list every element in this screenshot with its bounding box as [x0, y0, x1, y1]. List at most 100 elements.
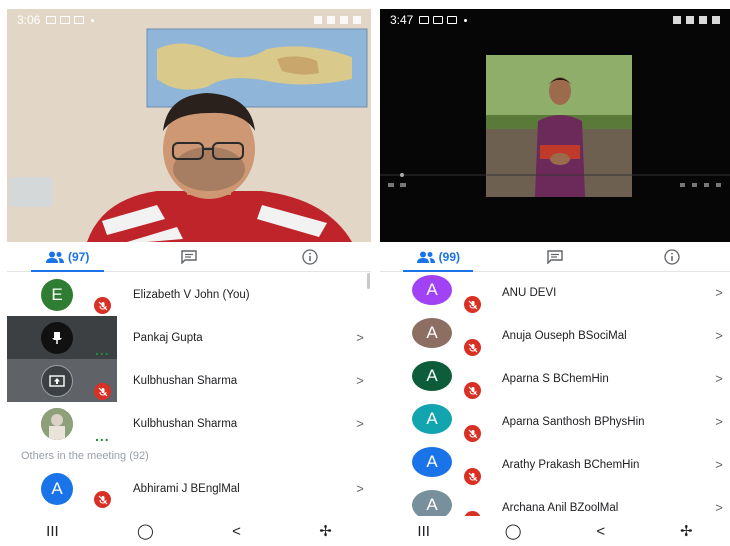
list-item[interactable]: ... Pankaj Gupta >	[7, 316, 371, 359]
participant-name: Archana Anil BZoolMal	[502, 501, 619, 514]
chevron-right-icon[interactable]: >	[708, 328, 730, 343]
avatar: A	[412, 404, 452, 434]
list-item[interactable]: E Elizabeth V John (You)	[7, 273, 371, 316]
chevron-right-icon[interactable]: >	[708, 285, 730, 300]
status-bar: 3:06	[7, 9, 371, 31]
gallery-notification-icon	[419, 16, 430, 24]
avatar: A	[412, 361, 452, 391]
list-item[interactable]: A Aparna Santhosh BPhysHin >	[380, 400, 730, 443]
chevron-right-icon[interactable]: >	[708, 457, 730, 472]
participant-name: Abhirami J BEnglMal	[133, 482, 240, 495]
gallery-notification-icon	[74, 16, 85, 24]
chat-notification-icon	[447, 16, 458, 24]
chevron-right-icon[interactable]: >	[708, 414, 730, 429]
info-icon	[664, 248, 680, 265]
signal-icon	[340, 16, 348, 24]
participant-name: Pankaj Gupta	[133, 331, 203, 344]
presentation-video-image	[380, 9, 730, 242]
mic-off-icon	[464, 296, 481, 313]
participant-list: A ANU DEVI > A Anuja Ouseph BSociMal > A…	[380, 271, 730, 527]
participant-tile: A	[7, 467, 117, 510]
participant-tile: A	[380, 271, 484, 314]
chevron-right-icon[interactable]: >	[708, 500, 730, 515]
tab-info[interactable]	[613, 242, 730, 271]
battery-icon	[712, 16, 720, 24]
participant-name: Kulbhushan Sharma	[133, 374, 238, 387]
wifi-icon	[327, 16, 335, 24]
meeting-tabs: (97)	[7, 242, 371, 272]
people-count: (97)	[67, 249, 90, 264]
avatar: A	[412, 318, 452, 348]
avatar: A	[412, 447, 452, 477]
list-item[interactable]: A ANU DEVI >	[380, 271, 730, 314]
more-notifications-icon	[91, 18, 95, 22]
participant-tile: ...	[7, 316, 117, 359]
accessibility-icon[interactable]: ✢	[319, 522, 332, 540]
list-item[interactable]: A Arathy Prakash BChemHin >	[380, 443, 730, 486]
pin-icon	[41, 322, 73, 354]
list-item[interactable]: A Abhirami J BEnglMal >	[7, 467, 371, 510]
participant-list: E Elizabeth V John (You) ... Pankaj Gupt…	[7, 273, 371, 523]
people-icon	[416, 251, 435, 263]
chevron-right-icon[interactable]: >	[349, 416, 371, 431]
back-icon[interactable]: <	[596, 523, 605, 540]
home-icon[interactable]: ◯	[137, 522, 154, 540]
info-icon	[302, 248, 318, 265]
back-icon[interactable]: <	[232, 523, 241, 540]
participant-tile: E	[7, 273, 117, 316]
list-item[interactable]: ... Kulbhushan Sharma >	[7, 402, 371, 445]
android-nav-bar: III ◯ < ✢	[7, 516, 371, 546]
participant-name: Anuja Ouseph BSociMal	[502, 329, 627, 342]
avatar	[41, 408, 73, 440]
video-feed-speaker[interactable]: 3:06	[7, 9, 371, 242]
mic-off-icon	[464, 382, 481, 399]
status-time: 3:06	[17, 13, 41, 27]
status-icons	[673, 16, 720, 24]
meeting-tabs: (99)	[380, 242, 730, 272]
avatar: E	[41, 279, 73, 311]
tab-chat[interactable]	[497, 242, 614, 271]
participant-name: Kulbhushan Sharma	[133, 417, 238, 430]
status-bar: 3:47	[380, 9, 730, 31]
accessibility-icon[interactable]: ✢	[680, 522, 693, 540]
speaking-indicator: ...	[95, 428, 110, 444]
participant-tile: ...	[7, 402, 117, 445]
android-nav-bar: III ◯ < ✢	[380, 516, 730, 546]
chevron-right-icon[interactable]: >	[349, 330, 371, 345]
tab-chat[interactable]	[128, 242, 249, 271]
participant-tile: A	[380, 314, 484, 357]
notification-icon	[46, 16, 57, 24]
speaking-indicator: ...	[95, 342, 110, 358]
screen-share-icon	[41, 365, 73, 397]
people-count: (99)	[438, 249, 460, 264]
tab-people[interactable]: (97)	[7, 242, 128, 272]
list-item[interactable]: Kulbhushan Sharma >	[7, 359, 371, 402]
participant-name: Aparna S BChemHin	[502, 372, 609, 385]
list-item[interactable]: A Aparna S BChemHin >	[380, 357, 730, 400]
tab-info[interactable]	[250, 242, 371, 271]
video-feed-presentation[interactable]: 3:47	[380, 9, 730, 242]
mic-off-icon	[94, 383, 111, 400]
left-phone-screen: 3:06 (97) E Elizabeth V John (You) ... P…	[7, 9, 371, 546]
home-icon[interactable]: ◯	[505, 522, 522, 540]
others-section-label: Others in the meeting (92)	[21, 450, 149, 462]
avatar: A	[412, 275, 452, 305]
mic-off-icon	[94, 491, 111, 508]
mic-off-icon	[464, 425, 481, 442]
participant-tile: A	[380, 400, 484, 443]
chat-icon	[547, 249, 563, 264]
list-item[interactable]: A Anuja Ouseph BSociMal >	[380, 314, 730, 357]
status-time: 3:47	[390, 13, 414, 27]
chevron-right-icon[interactable]: >	[349, 481, 371, 496]
alarm-icon	[314, 16, 322, 24]
mic-off-icon	[464, 339, 481, 356]
chevron-right-icon[interactable]: >	[708, 371, 730, 386]
status-icons	[314, 16, 361, 24]
chat-notification-icon	[60, 16, 71, 24]
tab-people[interactable]: (99)	[380, 242, 497, 272]
recents-icon[interactable]: III	[46, 523, 59, 540]
right-phone-screen: 3:47 (99) A ANU DEVI > A Anuja Ouseph BS…	[380, 9, 730, 546]
recents-icon[interactable]: III	[417, 523, 430, 540]
participant-tile	[7, 359, 117, 402]
chevron-right-icon[interactable]: >	[349, 373, 371, 388]
